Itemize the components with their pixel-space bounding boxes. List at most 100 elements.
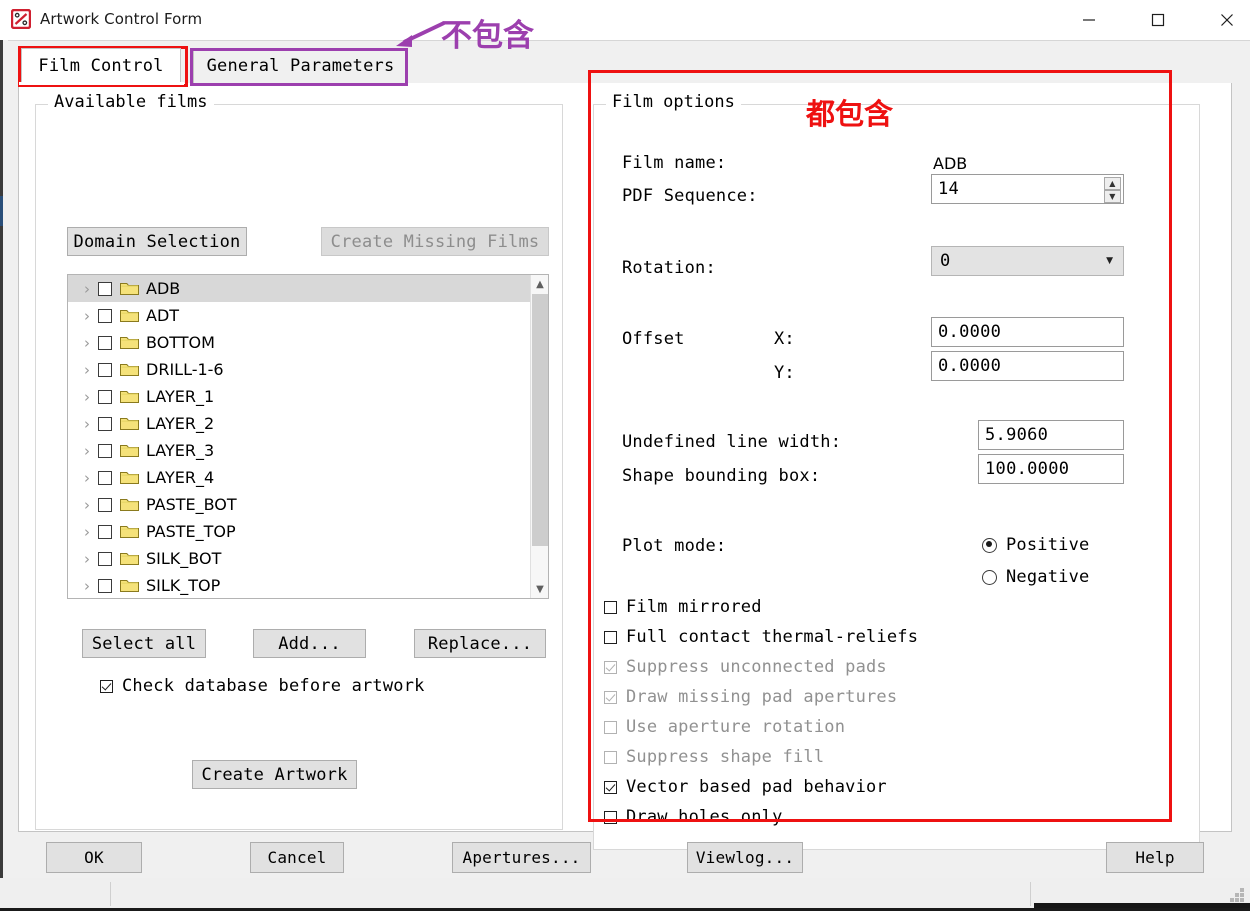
tree-item-checkbox[interactable] (98, 525, 112, 539)
tree-item-layer_3[interactable]: ›LAYER_3 (68, 437, 531, 464)
chevron-right-icon[interactable]: › (78, 415, 96, 433)
folder-icon (120, 497, 139, 512)
checkbox-draw-missing-pad-apertures[interactable]: Draw missing pad apertures (604, 687, 897, 707)
cancel-label: Cancel (268, 848, 327, 867)
checkbox-full-contact-thermal-reliefs[interactable]: Full contact thermal-reliefs (604, 627, 918, 647)
create-missing-films-button[interactable]: Create Missing Films (321, 227, 549, 256)
tree-item-label: PASTE_TOP (146, 522, 236, 541)
plot-mode-negative-radio[interactable]: Negative (982, 567, 1089, 587)
chevron-right-icon[interactable]: › (78, 334, 96, 352)
tree-item-drill-1-6[interactable]: ›DRILL-1-6 (68, 356, 531, 383)
tree-item-checkbox[interactable] (98, 417, 112, 431)
tree-item-adt[interactable]: ›ADT (68, 302, 531, 329)
rotation-select[interactable]: 0 ▼ (931, 246, 1124, 276)
tab-general-parameters[interactable]: General Parameters (193, 48, 408, 83)
stepper-up-icon[interactable]: ▲ (1104, 177, 1121, 190)
films-tree[interactable]: ›ADB›ADT›BOTTOM›DRILL-1-6›LAYER_1›LAYER_… (67, 274, 549, 599)
add-button[interactable]: Add... (253, 629, 366, 658)
checkbox-label: Draw missing pad apertures (626, 687, 897, 707)
tree-item-checkbox[interactable] (98, 309, 112, 323)
create-missing-films-label: Create Missing Films (331, 232, 540, 252)
replace-button[interactable]: Replace... (414, 629, 546, 658)
films-tree-scrollbar[interactable]: ▲ ▼ (530, 275, 548, 598)
scrollbar-thumb[interactable] (532, 294, 548, 546)
offset-y-input[interactable]: 0.0000 (931, 351, 1124, 381)
checkbox-vector-based-pad-behavior[interactable]: Vector based pad behavior (604, 777, 887, 797)
film-options-group: Film options Film name: ADB PDF Sequence… (593, 104, 1200, 850)
viewlog-button[interactable]: Viewlog... (687, 842, 803, 873)
tab-page-film-control: Available films Domain Selection Create … (18, 83, 1232, 832)
tree-item-silk_bot[interactable]: ›SILK_BOT (68, 545, 531, 572)
plot-mode-positive-radio[interactable]: Positive (982, 535, 1089, 555)
close-icon[interactable] (1204, 0, 1250, 39)
resize-grip-icon[interactable] (1230, 888, 1244, 902)
chevron-right-icon[interactable]: › (78, 523, 96, 541)
tree-item-layer_1[interactable]: ›LAYER_1 (68, 383, 531, 410)
offset-x-input[interactable]: 0.0000 (931, 317, 1124, 347)
apertures-button[interactable]: Apertures... (452, 842, 591, 873)
tree-item-checkbox[interactable] (98, 552, 112, 566)
scroll-down-icon[interactable]: ▼ (531, 580, 549, 598)
annotation-text-purple: 不包含 (441, 10, 534, 55)
stepper-down-icon[interactable]: ▼ (1104, 190, 1121, 203)
tree-item-checkbox[interactable] (98, 498, 112, 512)
tree-item-layer_2[interactable]: ›LAYER_2 (68, 410, 531, 437)
annotation-text-red: 都包含 (806, 91, 893, 133)
domain-selection-button[interactable]: Domain Selection (67, 227, 247, 256)
tree-item-silk_top[interactable]: ›SILK_TOP (68, 572, 531, 599)
create-artwork-button[interactable]: Create Artwork (192, 760, 357, 789)
folder-icon (120, 416, 139, 431)
help-label: Help (1135, 848, 1174, 867)
tree-item-paste_top[interactable]: › PASTE_TOP (68, 518, 531, 545)
chevron-right-icon[interactable]: › (78, 496, 96, 514)
radio-negative-indicator (982, 570, 997, 585)
tab-film-control[interactable]: Film Control (21, 48, 181, 83)
artwork-app-icon (11, 9, 31, 29)
help-button[interactable]: Help (1106, 842, 1204, 873)
tree-item-layer_4[interactable]: ›LAYER_4 (68, 464, 531, 491)
checkbox-suppress-unconnected-pads[interactable]: Suppress unconnected pads (604, 657, 887, 677)
tree-item-label: ADB (146, 279, 180, 298)
scroll-up-icon[interactable]: ▲ (531, 275, 549, 293)
status-bar-dark-strip (1034, 903, 1250, 908)
ok-button[interactable]: OK (46, 842, 142, 873)
checkbox-indicator (604, 811, 617, 824)
pdf-sequence-stepper[interactable]: ▲ ▼ (1104, 177, 1121, 203)
checkbox-draw-holes-only[interactable]: Draw holes only (604, 807, 783, 827)
check-database-before-artwork-checkbox[interactable]: Check database before artwork (100, 676, 425, 696)
window-left-edge (0, 40, 8, 878)
tree-item-checkbox[interactable] (98, 390, 112, 404)
tree-item-paste_bot[interactable]: ›PASTE_BOT (68, 491, 531, 518)
pdf-sequence-input[interactable]: 14 ▲ ▼ (931, 174, 1124, 204)
chevron-right-icon[interactable]: › (78, 388, 96, 406)
tree-item-checkbox[interactable] (98, 579, 112, 593)
checkbox-film-mirrored[interactable]: Film mirrored (604, 597, 762, 617)
minimize-icon[interactable] (1066, 0, 1112, 39)
chevron-right-icon[interactable]: › (78, 280, 96, 298)
checkbox-label: Vector based pad behavior (626, 777, 887, 797)
tree-item-checkbox[interactable] (98, 336, 112, 350)
undefined-line-width-input[interactable]: 5.9060 (978, 420, 1124, 450)
tree-item-checkbox[interactable] (98, 444, 112, 458)
tree-item-checkbox[interactable] (98, 363, 112, 377)
checkbox-suppress-shape-fill[interactable]: Suppress shape fill (604, 747, 824, 767)
tree-item-checkbox[interactable] (98, 282, 112, 296)
chevron-right-icon[interactable]: › (78, 442, 96, 460)
select-all-label: Select all (92, 634, 196, 654)
tree-item-adb[interactable]: › ADB (68, 275, 531, 302)
tree-item-label: BOTTOM (146, 333, 215, 352)
chevron-right-icon[interactable]: › (78, 361, 96, 379)
chevron-right-icon[interactable]: › (78, 577, 96, 595)
maximize-icon[interactable] (1135, 0, 1181, 39)
tree-item-checkbox[interactable] (98, 471, 112, 485)
window-title: Artwork Control Form (40, 10, 202, 28)
chevron-right-icon[interactable]: › (78, 550, 96, 568)
checkbox-use-aperture-rotation[interactable]: Use aperture rotation (604, 717, 845, 737)
shape-bounding-box-input[interactable]: 100.0000 (978, 454, 1124, 484)
tree-item-bottom[interactable]: › BOTTOM (68, 329, 531, 356)
cancel-button[interactable]: Cancel (250, 842, 344, 873)
chevron-right-icon[interactable]: › (78, 307, 96, 325)
select-all-button[interactable]: Select all (82, 629, 206, 658)
replace-label: Replace... (428, 634, 532, 654)
chevron-right-icon[interactable]: › (78, 469, 96, 487)
